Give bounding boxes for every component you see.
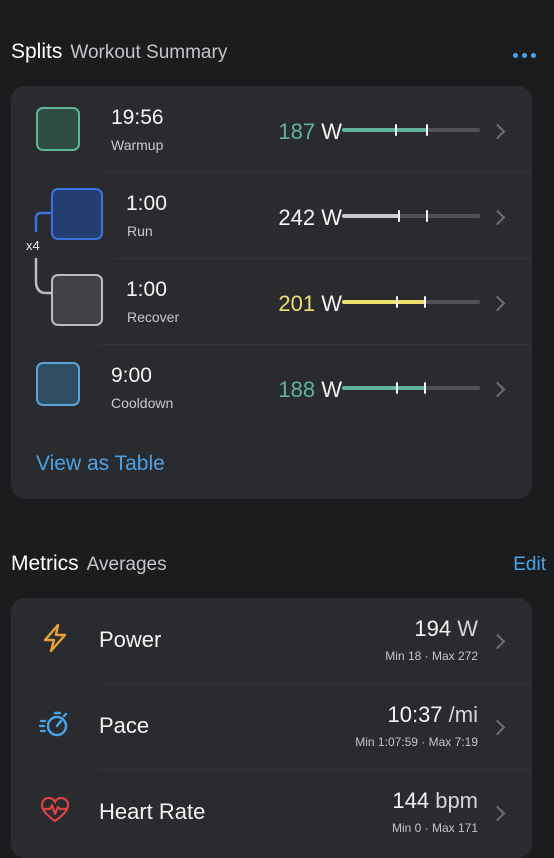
metric-minmax: Min 0 · Max 171 — [391, 821, 478, 835]
split-row-run[interactable]: 1:00 Run 242 W — [11, 172, 532, 258]
more-dot-icon — [513, 53, 518, 58]
range-tick — [396, 296, 398, 308]
metric-label: Heart Rate — [99, 799, 206, 824]
splits-card: 19:56 Warmup 187 W x4 1:00 Run 242 W 1:0… — [11, 86, 532, 499]
split-name: Recover — [127, 309, 180, 325]
metric-value: 194 W — [414, 616, 478, 641]
range-tick — [396, 382, 398, 394]
chevron-right-icon — [489, 209, 506, 226]
power-range-fill — [342, 386, 425, 390]
chevron-right-icon — [489, 295, 506, 312]
metrics-header: Metrics Averages Edit — [11, 552, 546, 576]
split-watts: 188 W — [278, 377, 342, 402]
split-time: 1:00 — [126, 278, 167, 301]
split-name: Run — [127, 223, 153, 239]
chevron-right-icon — [489, 123, 506, 140]
more-dot-icon — [522, 53, 527, 58]
split-row-cooldown[interactable]: 9:00 Cooldown 188 W — [11, 344, 532, 430]
stopwatch-icon — [39, 711, 68, 737]
splits-subtitle: Workout Summary — [70, 42, 228, 63]
range-tick — [395, 124, 397, 136]
splits-header: Splits Workout Summary — [11, 40, 536, 66]
split-watts: 242 W — [278, 205, 342, 230]
range-tick — [426, 124, 428, 136]
split-watts: 187 W — [278, 119, 342, 144]
power-range-bar — [342, 210, 480, 222]
power-range-fill — [342, 300, 425, 304]
chevron-right-icon — [489, 633, 506, 650]
recover-zone-box — [51, 274, 103, 326]
more-dot-icon — [531, 53, 536, 58]
warmup-zone-box — [36, 107, 80, 151]
split-row-warmup[interactable]: 19:56 Warmup 187 W — [11, 86, 532, 172]
power-range-bar — [342, 296, 480, 308]
chevron-right-icon — [489, 719, 506, 736]
split-time: 1:00 — [126, 192, 167, 215]
power-range-fill — [342, 214, 400, 218]
range-tick — [426, 210, 428, 222]
range-tick — [424, 382, 426, 394]
metrics-card: Power 194 W Min 18 · Max 272 Pace 10:37 … — [11, 598, 532, 858]
more-options-button[interactable] — [513, 46, 536, 66]
range-tick — [424, 296, 426, 308]
metrics-title: Metrics — [11, 552, 79, 575]
metrics-subtitle: Averages — [86, 554, 167, 575]
metric-row-power[interactable]: Power 194 W Min 18 · Max 272 — [11, 598, 532, 684]
metric-label: Power — [99, 627, 162, 652]
power-range-bar — [342, 382, 480, 394]
splits-title: Splits — [11, 40, 63, 63]
metric-value: 10:37 /mi — [387, 702, 478, 727]
power-range-fill — [342, 128, 428, 132]
heart-rate-icon — [40, 796, 70, 823]
range-tick — [398, 210, 400, 222]
chevron-right-icon — [489, 381, 506, 398]
edit-button[interactable]: Edit — [513, 554, 546, 576]
split-row-recover[interactable]: 1:00 Recover 201 W — [11, 258, 532, 344]
split-name: Warmup — [111, 137, 164, 153]
split-watts: 201 W — [278, 291, 342, 316]
cooldown-zone-box — [36, 362, 80, 406]
metric-row-pace[interactable]: Pace 10:37 /mi Min 1:07:59 · Max 7:19 — [11, 684, 532, 770]
view-as-table-link[interactable]: View as Table — [36, 452, 165, 476]
split-name: Cooldown — [111, 395, 174, 411]
metric-value: 144 bpm — [392, 788, 478, 813]
metric-row-heart-rate[interactable]: Heart Rate 144 bpm Min 0 · Max 171 — [11, 770, 532, 856]
run-zone-box — [51, 188, 103, 240]
metric-minmax: Min 1:07:59 · Max 7:19 — [355, 735, 478, 749]
metric-minmax: Min 18 · Max 272 — [385, 649, 478, 663]
split-time: 9:00 — [111, 364, 152, 387]
metric-label: Pace — [99, 713, 150, 738]
lightning-icon — [43, 623, 67, 653]
split-time: 19:56 — [111, 106, 164, 129]
power-range-bar — [342, 124, 480, 136]
chevron-right-icon — [489, 805, 506, 822]
